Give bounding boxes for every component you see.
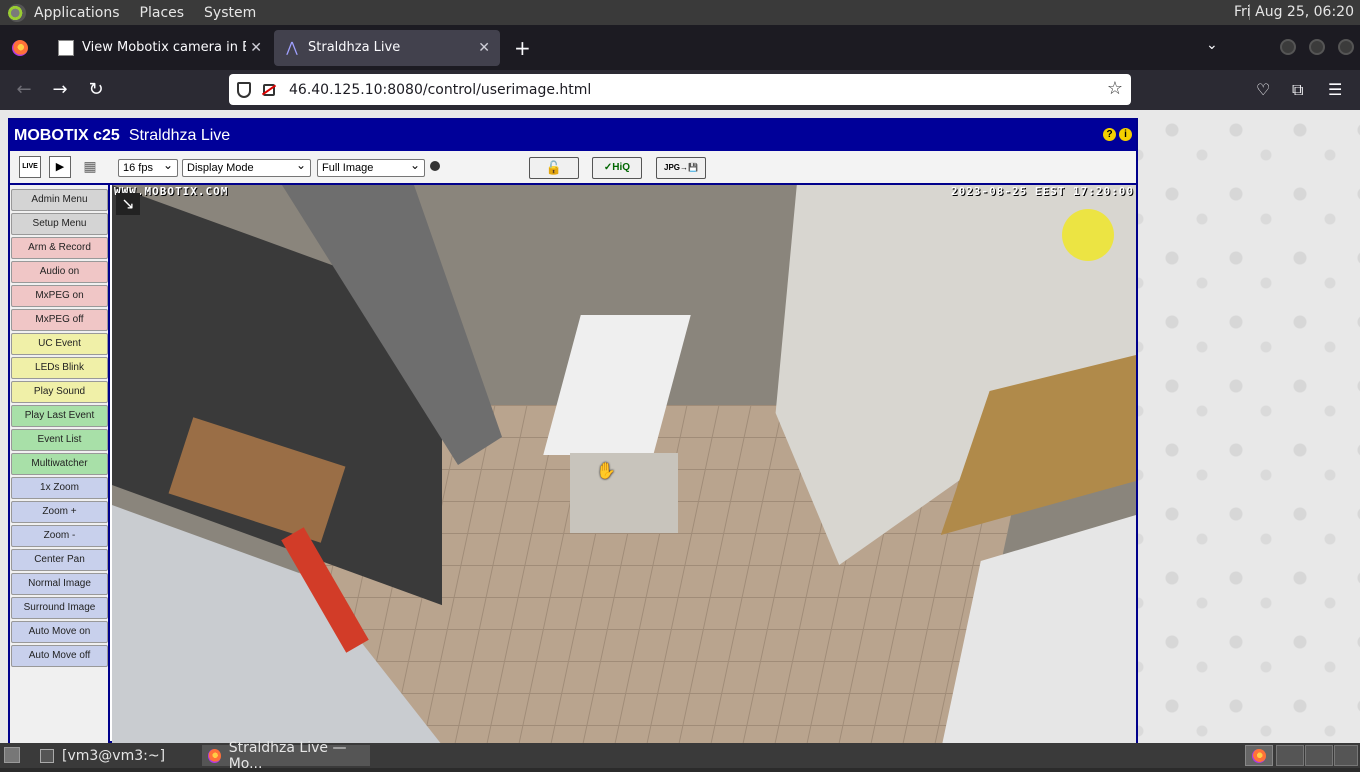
close-tab-icon[interactable]: ✕ bbox=[478, 40, 490, 56]
tab-straldhza-live[interactable]: ⋀ Straldhza Live ✕ bbox=[274, 29, 500, 66]
firefox-icon bbox=[208, 748, 221, 763]
info-icon[interactable]: i bbox=[1119, 128, 1132, 141]
sidebar-button-center-pan[interactable]: Center Pan bbox=[11, 549, 108, 571]
tab-label: View Mobotix camera in Bul bbox=[82, 40, 246, 55]
system-menu[interactable]: System bbox=[204, 5, 256, 21]
tab-bar: View Mobotix camera in Bul ✕ ⋀ Straldhza… bbox=[0, 25, 1360, 70]
sidebar-button-event-list[interactable]: Event List bbox=[11, 429, 108, 451]
maximize-window-button[interactable] bbox=[1309, 39, 1325, 55]
sidebar-button-1x-zoom[interactable]: 1x Zoom bbox=[11, 477, 108, 499]
camera-toolbar: LIVE ▶ ▦ 16 fps Display Mode Full Image … bbox=[10, 151, 1136, 185]
multiview-grid-icon[interactable]: ▦ bbox=[79, 156, 101, 178]
hand-cursor-icon: ✋ bbox=[596, 461, 616, 480]
sidebar-button-setup-menu[interactable]: Setup Menu bbox=[11, 213, 108, 235]
sidebar-button-admin-menu[interactable]: Admin Menu bbox=[11, 189, 108, 211]
sidebar-button-auto-move-on[interactable]: Auto Move on bbox=[11, 621, 108, 643]
sidebar-button-surround-image[interactable]: Surround Image bbox=[11, 597, 108, 619]
insecure-lock-icon[interactable] bbox=[263, 83, 275, 96]
camera-timestamp: 2023-08-25 EEST 17:20:00 bbox=[951, 185, 1134, 198]
camera-sidebar: Admin Menu Setup Menu Arm & Record Audio on… bbox=[10, 185, 110, 743]
sidebar-button-mxpeg-on[interactable]: MxPEG on bbox=[11, 285, 108, 307]
show-desktop-icon[interactable] bbox=[4, 747, 20, 763]
url-text[interactable]: 46.40.125.10:8080/control/userimage.html bbox=[289, 82, 591, 98]
bottom-panel: [vm3@vm3:~] Straldhza Live — Mo... bbox=[0, 740, 1360, 772]
web-page: MOBOTIX c25 Straldhza Live ? i LIVE ▶ ▦ … bbox=[0, 110, 1360, 743]
zoom-patch bbox=[570, 453, 678, 533]
workspace-4[interactable] bbox=[1334, 745, 1358, 766]
new-tab-button[interactable]: + bbox=[514, 36, 531, 60]
page-title: Straldhza Live bbox=[128, 126, 231, 144]
taskbar-item-firefox[interactable]: Straldhza Live — Mo... bbox=[202, 740, 370, 772]
sidebar-button-normal-image[interactable]: Normal Image bbox=[11, 573, 108, 595]
firefox-view-icon[interactable] bbox=[12, 39, 28, 56]
extensions-icon[interactable]: ⧉ bbox=[1292, 80, 1303, 100]
pocket-icon[interactable]: ♡ bbox=[1256, 80, 1270, 99]
sidebar-button-arm-record[interactable]: Arm & Record bbox=[11, 237, 108, 259]
sidebar-button-play-last-event[interactable]: Play Last Event bbox=[11, 405, 108, 427]
header-icons: ? i bbox=[1103, 128, 1132, 141]
sidebar-button-leds-blink[interactable]: LEDs Blink bbox=[11, 357, 108, 379]
help-icon[interactable]: ? bbox=[1103, 128, 1116, 141]
camera-live-image[interactable]: WWW.MOBOTIX.COM 2023-08-25 EEST 17:20:00… bbox=[112, 185, 1136, 743]
list-all-tabs-icon[interactable]: ⌄ bbox=[1206, 37, 1218, 53]
taskbar-item-terminal[interactable]: [vm3@vm3:~] bbox=[34, 745, 198, 766]
save-jpg-button[interactable]: JPG→💾 bbox=[656, 157, 706, 179]
sidebar-button-zoom[interactable]: Zoom + bbox=[11, 501, 108, 523]
live-button[interactable]: LIVE bbox=[19, 156, 41, 178]
reload-icon[interactable]: ↻ bbox=[85, 79, 107, 100]
terminal-icon bbox=[40, 748, 54, 763]
hiq-button[interactable]: ✓HiQ bbox=[592, 157, 642, 179]
app-menu-icon[interactable]: ☰ bbox=[1328, 80, 1342, 99]
clock[interactable]: Fri Aug 25, 06:20 bbox=[1234, 4, 1354, 20]
sidebar-button-zoom[interactable]: Zoom - bbox=[11, 525, 108, 547]
workspace-firefox-icon[interactable] bbox=[1245, 745, 1273, 766]
status-dot-icon bbox=[430, 161, 440, 171]
close-window-button[interactable] bbox=[1338, 39, 1354, 55]
play-button[interactable]: ▶ bbox=[49, 156, 71, 178]
taskbar-item-label: [vm3@vm3:~] bbox=[62, 747, 166, 764]
sidebar-button-multiwatcher[interactable]: Multiwatcher bbox=[11, 453, 108, 475]
workspace-2[interactable] bbox=[1276, 745, 1304, 766]
sidebar-button-auto-move-off[interactable]: Auto Move off bbox=[11, 645, 108, 667]
tab-label: Straldhza Live bbox=[308, 40, 401, 55]
places-menu[interactable]: Places bbox=[140, 5, 185, 21]
lock-button[interactable]: 🔓 bbox=[529, 157, 579, 179]
workspace-3[interactable] bbox=[1305, 745, 1333, 766]
sidebar-button-uc-event[interactable]: UC Event bbox=[11, 333, 108, 355]
top-panel: Applications Places System Fri Aug 25, 0… bbox=[0, 0, 1360, 25]
tracking-protection-icon[interactable] bbox=[237, 81, 251, 98]
yellow-spot bbox=[1062, 209, 1114, 261]
fps-select[interactable]: 16 fps bbox=[118, 157, 178, 177]
close-tab-icon[interactable]: ✕ bbox=[250, 40, 262, 56]
bookmark-star-icon[interactable]: ☆ bbox=[1107, 78, 1123, 99]
back-icon[interactable]: ← bbox=[13, 79, 35, 100]
display-mode-select[interactable]: Display Mode bbox=[182, 157, 311, 177]
nav-bar: ← → ↻ 46.40.125.10:8080/control/userimag… bbox=[0, 70, 1360, 110]
tab-mobotix-bul[interactable]: View Mobotix camera in Bul ✕ bbox=[48, 30, 272, 66]
forward-icon[interactable]: → bbox=[49, 79, 71, 100]
page-favicon-icon bbox=[58, 39, 74, 56]
mobotix-header: MOBOTIX c25 Straldhza Live ? i bbox=[10, 120, 1136, 151]
distro-logo-icon[interactable] bbox=[8, 3, 26, 22]
sidebar-button-play-sound[interactable]: Play Sound bbox=[11, 381, 108, 403]
mobotix-frame: MOBOTIX c25 Straldhza Live ? i LIVE ▶ ▦ … bbox=[8, 118, 1138, 743]
minimize-window-button[interactable] bbox=[1280, 39, 1296, 55]
expand-arrow-icon[interactable]: ↘ bbox=[116, 193, 140, 215]
sidebar-button-audio-on[interactable]: Audio on bbox=[11, 261, 108, 283]
taskbar-item-label: Straldhza Live — Mo... bbox=[228, 739, 347, 772]
sidebar-button-mxpeg-off[interactable]: MxPEG off bbox=[11, 309, 108, 331]
mobotix-favicon-icon: ⋀ bbox=[286, 39, 298, 56]
url-bar[interactable]: 46.40.125.10:8080/control/userimage.html… bbox=[229, 74, 1131, 105]
image-mode-select[interactable]: Full Image bbox=[317, 157, 425, 177]
camera-model: MOBOTIX c25 bbox=[14, 126, 120, 144]
applications-menu[interactable]: Applications bbox=[34, 5, 120, 21]
